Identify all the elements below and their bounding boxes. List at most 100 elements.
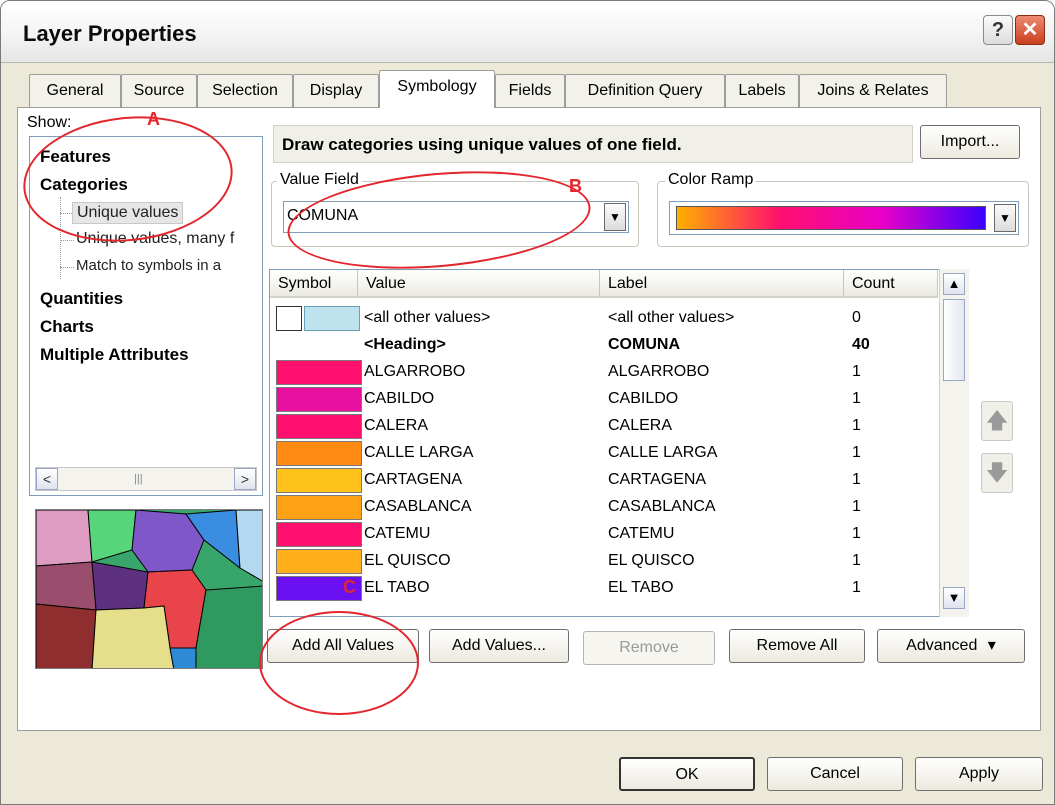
- scroll-thumb[interactable]: [943, 299, 965, 381]
- scroll-down-icon[interactable]: ▼: [943, 587, 965, 609]
- scroll-grip-icon: |||: [134, 473, 143, 485]
- cell-label: CALLE LARGA: [608, 444, 718, 461]
- move-up-icon[interactable]: 🡅: [981, 401, 1013, 441]
- tab-source[interactable]: Source: [121, 74, 197, 107]
- cell-label: CASABLANCA: [608, 498, 716, 515]
- table-row[interactable]: EL TABO EL TABO 1: [270, 574, 938, 601]
- tree-item-match-to-symbols[interactable]: Match to symbols in a: [76, 257, 221, 274]
- remove-button[interactable]: Remove: [583, 631, 715, 665]
- show-label: Show:: [27, 114, 72, 131]
- column-header-value[interactable]: Value: [358, 270, 600, 298]
- table-row[interactable]: CALERA CALERA 1: [270, 412, 938, 439]
- color-ramp-select[interactable]: ▼: [669, 201, 1019, 235]
- symbol-swatch[interactable]: [276, 495, 362, 520]
- symbol-swatch[interactable]: [276, 468, 362, 493]
- scroll-right-icon[interactable]: >: [234, 468, 256, 490]
- symbol-swatch[interactable]: [276, 306, 302, 331]
- import-button[interactable]: Import...: [920, 125, 1020, 159]
- cell-count: 1: [852, 363, 861, 380]
- chevron-down-icon[interactable]: ▼: [604, 203, 626, 231]
- tree-item-charts[interactable]: Charts: [40, 317, 94, 337]
- layer-properties-window: Layer Properties ? ✕ General Source Sele…: [0, 0, 1055, 805]
- scroll-up-icon[interactable]: ▲: [943, 273, 965, 295]
- tab-symbology[interactable]: Symbology: [379, 70, 495, 108]
- cell-value: <all other values>: [364, 309, 491, 326]
- tab-general[interactable]: General: [29, 74, 121, 107]
- table-row[interactable]: EL QUISCO EL QUISCO 1: [270, 547, 938, 574]
- table-row[interactable]: CARTAGENA CARTAGENA 1: [270, 466, 938, 493]
- annotation-label-a: A: [147, 109, 160, 129]
- tree-branch: [60, 267, 74, 268]
- tree-item-quantities[interactable]: Quantities: [40, 289, 123, 309]
- cell-count: 1: [852, 417, 861, 434]
- table-row[interactable]: <Heading> COMUNA 40: [270, 331, 938, 358]
- column-header-symbol[interactable]: Symbol: [270, 270, 358, 298]
- move-down-icon[interactable]: 🡇: [981, 453, 1013, 493]
- table-row[interactable]: CATEMU CATEMU 1: [270, 520, 938, 547]
- symbol-swatch[interactable]: [276, 441, 362, 466]
- cell-label: ALGARROBO: [608, 363, 710, 380]
- tree-horizontal-scrollbar[interactable]: < ||| >: [35, 467, 257, 491]
- column-header-count[interactable]: Count: [844, 270, 938, 298]
- tab-joins-relates[interactable]: Joins & Relates: [799, 74, 947, 107]
- help-button[interactable]: ?: [983, 15, 1013, 45]
- cell-count: 40: [852, 336, 870, 353]
- table-row[interactable]: CABILDO CABILDO 1: [270, 385, 938, 412]
- symbol-swatch[interactable]: [304, 306, 360, 331]
- cell-label: CALERA: [608, 417, 673, 434]
- chevron-down-icon[interactable]: ▼: [994, 204, 1016, 232]
- window-title: Layer Properties: [23, 21, 197, 46]
- cell-count: 1: [852, 552, 861, 569]
- tab-fields[interactable]: Fields: [495, 74, 565, 107]
- column-header-label[interactable]: Label: [600, 270, 844, 298]
- cell-value: CATEMU: [364, 525, 431, 542]
- cell-count: 0: [852, 309, 861, 326]
- ok-button[interactable]: OK: [619, 757, 755, 791]
- cell-label: COMUNA: [608, 336, 680, 353]
- annotation-circle-c: [259, 611, 419, 715]
- advanced-button[interactable]: Advanced ▾: [877, 629, 1025, 663]
- annotation-label-b: B: [569, 176, 582, 196]
- cell-count: 1: [852, 579, 861, 596]
- symbol-swatch[interactable]: [276, 414, 362, 439]
- symbol-swatch[interactable]: [276, 360, 362, 385]
- cell-value: CABILDO: [364, 390, 435, 407]
- cancel-button[interactable]: Cancel: [767, 757, 903, 791]
- symbol-class-list[interactable]: Symbol Value Label Count <all other valu…: [269, 269, 969, 617]
- cell-value: CALLE LARGA: [364, 444, 474, 461]
- advanced-label: Advanced: [906, 637, 978, 654]
- annotation-label-c: C: [343, 577, 356, 597]
- symbol-swatch[interactable]: [276, 387, 362, 412]
- table-row[interactable]: CASABLANCA CASABLANCA 1: [270, 493, 938, 520]
- tab-selection[interactable]: Selection: [197, 74, 293, 107]
- cell-count: 1: [852, 471, 861, 488]
- cell-value: ALGARROBO: [364, 363, 466, 380]
- cell-value: CARTAGENA: [364, 471, 463, 488]
- table-row[interactable]: <all other values> <all other values> 0: [270, 304, 938, 331]
- close-button[interactable]: ✕: [1015, 15, 1045, 45]
- cell-count: 1: [852, 444, 861, 461]
- cell-label: <all other values>: [608, 309, 735, 326]
- symbol-swatch[interactable]: [276, 549, 362, 574]
- table-row[interactable]: CALLE LARGA CALLE LARGA 1: [270, 439, 938, 466]
- symbology-preview-map: [35, 509, 263, 669]
- cell-value: CALERA: [364, 417, 429, 434]
- table-row[interactable]: ALGARROBO ALGARROBO 1: [270, 358, 938, 385]
- remove-all-button[interactable]: Remove All: [729, 629, 865, 663]
- symbology-description: Draw categories using unique values of o…: [273, 125, 913, 163]
- list-vertical-scrollbar[interactable]: ▲ ▼: [939, 269, 969, 617]
- color-ramp-legend: Color Ramp: [665, 171, 757, 189]
- chevron-down-icon: ▾: [987, 637, 996, 654]
- cell-label: CARTAGENA: [608, 471, 707, 488]
- cell-label: EL QUISCO: [608, 552, 695, 569]
- tree-item-multiple-attributes[interactable]: Multiple Attributes: [40, 345, 189, 365]
- tab-labels[interactable]: Labels: [725, 74, 799, 107]
- cell-count: 1: [852, 498, 861, 515]
- cell-value: <Heading>: [364, 336, 446, 353]
- apply-button[interactable]: Apply: [915, 757, 1043, 791]
- tab-definition-query[interactable]: Definition Query: [565, 74, 725, 107]
- scroll-left-icon[interactable]: <: [36, 468, 58, 490]
- add-values-button[interactable]: Add Values...: [429, 629, 569, 663]
- tab-display[interactable]: Display: [293, 74, 379, 107]
- symbol-swatch[interactable]: [276, 522, 362, 547]
